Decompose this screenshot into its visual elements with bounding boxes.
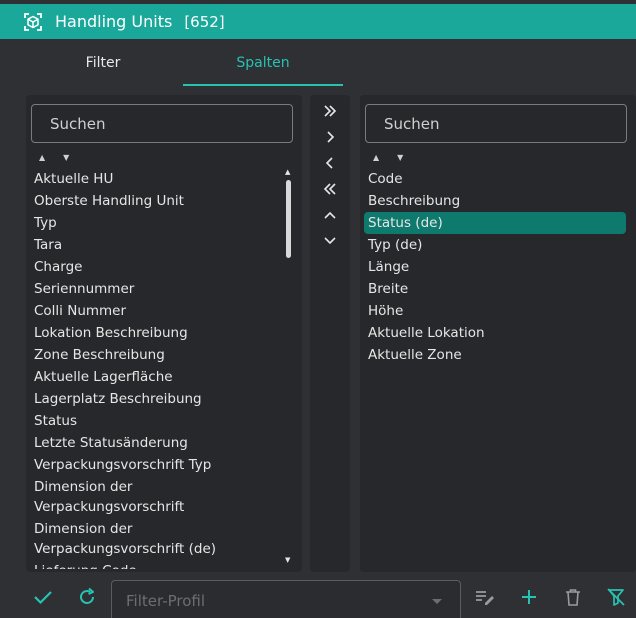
available-search-input[interactable] (31, 104, 293, 143)
list-item[interactable]: Typ (de) (364, 234, 626, 256)
filter-profile-placeholder: Filter-Profil (126, 592, 206, 610)
list-item[interactable]: Zone Beschreibung (30, 344, 292, 366)
filter-off-icon (607, 588, 625, 606)
list-item[interactable]: Höhe (364, 300, 626, 322)
trash-icon (566, 589, 580, 606)
list-item[interactable]: Seriennummer (30, 278, 292, 300)
list-scrollbar[interactable]: ▲ ▼ (284, 168, 294, 568)
list-item[interactable]: Verpackungsvorschrift Typ (30, 454, 292, 476)
reset-button[interactable] (74, 584, 100, 610)
refresh-icon (80, 587, 94, 604)
move-all-left-button[interactable] (310, 177, 350, 201)
apply-button[interactable] (30, 584, 56, 610)
selected-columns-panel: ▲ ▼ Code Beschreibung Status (de) Typ (d… (360, 95, 636, 572)
list-item[interactable]: Aktuelle HU (30, 168, 292, 190)
list-item[interactable]: Beschreibung (364, 190, 626, 212)
move-left-button[interactable] (310, 151, 350, 175)
plus-icon (522, 590, 536, 604)
delete-profile-button[interactable] (560, 584, 586, 610)
tab-spalten[interactable]: Spalten (183, 39, 343, 86)
list-item[interactable]: Typ (30, 212, 292, 234)
list-item[interactable]: Tara (30, 234, 292, 256)
list-item[interactable]: Oberste Handling Unit (30, 190, 292, 212)
list-item[interactable]: Letzte Statusänderung (30, 432, 292, 454)
list-item[interactable]: Lieferung Code (30, 560, 292, 569)
cube-icon (23, 12, 43, 32)
list-item[interactable]: Code (364, 168, 626, 190)
sort-desc-icon[interactable]: ▼ (397, 153, 403, 162)
tab-bar: Filter Spalten (0, 39, 636, 87)
list-item[interactable]: Länge (364, 256, 626, 278)
edit-list-icon (476, 591, 494, 605)
list-item[interactable]: Colli Nummer (30, 300, 292, 322)
selected-search-input[interactable] (365, 104, 627, 143)
available-columns-list: Aktuelle HU Oberste Handling Unit Typ Ta… (30, 168, 292, 569)
scroll-up-icon[interactable]: ▲ (285, 168, 290, 176)
list-item[interactable]: Charge (30, 256, 292, 278)
move-all-right-button[interactable] (310, 99, 350, 123)
sort-controls: ▲ ▼ (39, 153, 69, 162)
scroll-down-icon[interactable]: ▼ (285, 556, 290, 564)
sort-asc-icon[interactable]: ▲ (373, 153, 379, 162)
list-item[interactable]: Status (30, 410, 292, 432)
chevron-right-icon (327, 131, 335, 143)
sort-desc-icon[interactable]: ▼ (63, 153, 69, 162)
window-title: Handling Units (55, 12, 173, 31)
clear-filter-button[interactable] (603, 584, 629, 610)
list-item[interactable]: Dimension der Verpackungsvorschrift (de) (30, 518, 260, 560)
move-up-button[interactable] (310, 203, 350, 227)
scroll-thumb[interactable] (286, 180, 291, 258)
list-item[interactable]: Aktuelle Zone (364, 344, 626, 366)
tab-filter[interactable]: Filter (23, 39, 183, 86)
list-item[interactable]: Aktuelle Lokation (364, 322, 626, 344)
list-item[interactable]: Lokation Beschreibung (30, 322, 292, 344)
sort-controls: ▲ ▼ (373, 153, 403, 162)
add-profile-button[interactable] (516, 584, 542, 610)
chevron-up-icon (324, 211, 336, 219)
list-item[interactable]: Breite (364, 278, 626, 300)
list-item[interactable]: Aktuelle Lagerfläche (30, 366, 292, 388)
available-columns-panel: ▲ ▼ Aktuelle HU Oberste Handling Unit Ty… (26, 95, 302, 572)
tab-spalten-label: Spalten (236, 54, 290, 71)
selected-columns-list: Code Beschreibung Status (de) Typ (de) L… (364, 168, 626, 366)
double-chevron-left-icon (323, 183, 336, 195)
check-icon (34, 591, 52, 605)
double-chevron-right-icon (324, 105, 337, 117)
move-right-button[interactable] (310, 125, 350, 149)
list-item-selected[interactable]: Status (de) (364, 212, 626, 234)
sort-asc-icon[interactable]: ▲ (39, 153, 45, 162)
chevron-left-icon (325, 157, 333, 169)
filter-profile-select[interactable]: Filter-Profil (111, 580, 461, 618)
active-tab-indicator (183, 84, 343, 86)
list-item[interactable]: Dimension der Verpackungsvorschrift (30, 476, 260, 518)
chevron-down-icon (324, 237, 336, 245)
record-count: [652] (184, 12, 225, 31)
move-down-button[interactable] (310, 229, 350, 253)
dropdown-arrow-icon (432, 599, 442, 604)
list-item[interactable]: Lagerplatz Beschreibung (30, 388, 292, 410)
edit-profile-button[interactable] (472, 584, 498, 610)
title-bar: Handling Units [652] (0, 4, 636, 39)
transfer-controls (310, 95, 350, 572)
